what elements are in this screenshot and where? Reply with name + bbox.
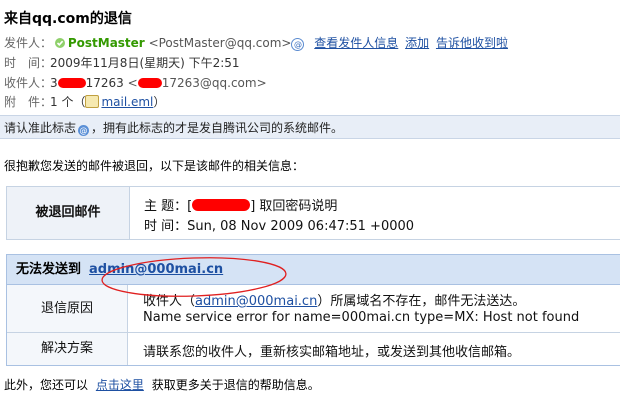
attachment-file-link[interactable]: mail.eml <box>101 95 153 109</box>
tencent-shield-icon: @ <box>78 125 90 136</box>
bounce-reason-line1: 收件人（admin@000mai.cn）所属域名不存在，邮件无法送达。 <box>143 290 525 309</box>
intro-text: 很抱歉您发送的邮件被退回，以下是该邮件的相关信息： <box>4 159 305 173</box>
click-here-link[interactable]: 点击这里 <box>96 378 144 392</box>
returned-mail-label: 被退回邮件 <box>7 187 130 239</box>
solution-text: 请联系您的收件人，重新核实邮箱地址，或发送到其他收信邮箱。 <box>143 345 521 360</box>
sender-row: 发件人： PostMaster <PostMaster@qq.com> @ 查看发… <box>4 34 508 52</box>
attachment-row: 附 件：1 个（ mail.eml） <box>4 93 165 111</box>
sender-address: <PostMaster@qq.com> <box>148 36 292 50</box>
recipient-label: 收件人： <box>4 76 53 90</box>
recipient-row: 收件人：3 17263 <17263@qq.com> <box>4 74 267 92</box>
sender-label: 发件人： <box>4 36 53 50</box>
bounce-reason-label: 退信原因 <box>7 285 128 332</box>
solution-label: 解决方案 <box>7 333 128 365</box>
notice-suffix: ，拥有此标志的才是发自腾讯公司的系统邮件。 <box>91 121 344 135</box>
attachment-file-icon <box>85 95 100 108</box>
time-label: 时 间： <box>4 56 53 70</box>
recipient-address-suffix: 17263@qq.com> <box>161 76 267 90</box>
attachment-count: 1 个（ <box>50 95 86 109</box>
view-sender-info-link[interactable]: 查看发件人信息 <box>314 36 398 50</box>
reason-line1-suffix: ）所属域名不存在，邮件无法送达。 <box>317 294 526 309</box>
reason-recipient-address[interactable]: admin@000mai.cn <box>195 294 317 309</box>
failed-recipient-address[interactable]: admin@000mai.cn <box>89 262 223 277</box>
address-card-icon[interactable]: @ <box>291 38 305 51</box>
returned-time-line: 时 间：Sun, 08 Nov 2009 06:47:51 +0000 <box>144 215 414 234</box>
bounce-reason-line2: Name service error for name=000mai.cn ty… <box>143 310 580 325</box>
security-notice-bar: 请认准此标志 @ ，拥有此标志的才是发自腾讯公司的系统邮件。 <box>0 115 620 139</box>
verified-sender-icon <box>54 38 65 48</box>
returned-time-label: 时 间： <box>144 219 188 234</box>
help-prefix: 此外，您还可以 <box>4 378 89 392</box>
redaction-mark <box>192 199 251 211</box>
returned-mail-box: 被退回邮件 主 题：[ ] 取回密码说明 时 间：Sun, 08 Nov 2009… <box>6 186 620 240</box>
attachment-close: ） <box>153 95 166 109</box>
bounce-reason-row: 退信原因 收件人（admin@000mai.cn）所属域名不存在，邮件无法送达。… <box>7 285 620 333</box>
redaction-mark <box>137 78 162 88</box>
attachment-label: 附 件： <box>4 95 53 109</box>
delivery-failure-label: 无法发送到 <box>16 262 82 277</box>
recipient-address-prefix: < <box>127 76 138 90</box>
sender-name[interactable]: PostMaster <box>68 36 145 50</box>
solution-row: 解决方案 请联系您的收件人，重新核实邮箱地址，或发送到其他收信邮箱。 <box>7 333 620 365</box>
returned-subject-value: ] 取回密码说明 <box>250 199 338 214</box>
email-subject: 来自qq.com的退信 <box>4 11 132 27</box>
time-row: 时 间：2009年11月8日(星期天) 下午2:51 <box>4 54 240 72</box>
delivery-failure-header: 无法发送到 admin@000mai.cn <box>7 255 620 285</box>
returned-subject-line: 主 题：[ ] 取回密码说明 <box>144 195 337 214</box>
time-value: 2009年11月8日(星期天) 下午2:51 <box>50 56 240 70</box>
recipient-name-suffix: 17263 <box>85 76 124 90</box>
returned-time-value: Sun, 08 Nov 2009 06:47:51 +0000 <box>187 219 415 234</box>
add-contact-link[interactable]: 添加 <box>405 36 429 50</box>
delivery-failure-box: 无法发送到 admin@000mai.cn 退信原因 收件人（admin@000m… <box>6 254 620 366</box>
reason-line1-prefix: 收件人（ <box>143 294 196 309</box>
report-received-link[interactable]: 告诉他收到啦 <box>436 36 508 50</box>
help-text: 此外，您还可以 点击这里 获取更多关于退信的帮助信息。 <box>4 376 320 393</box>
notice-prefix: 请认准此标志 <box>4 121 77 135</box>
recipient-name-prefix: 3 <box>50 76 58 90</box>
help-suffix: 获取更多关于退信的帮助信息。 <box>151 378 320 392</box>
returned-subject-label: 主 题：[ <box>144 199 193 214</box>
redaction-mark <box>57 78 86 88</box>
